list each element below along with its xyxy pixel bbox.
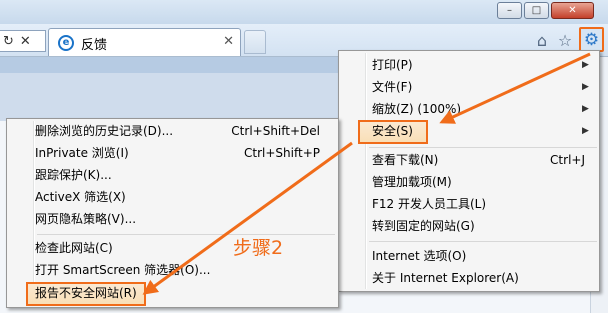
arrow-gear-to-safety bbox=[439, 52, 591, 124]
arrow-safety-to-report bbox=[142, 141, 353, 295]
annotation-arrows bbox=[142, 52, 591, 295]
